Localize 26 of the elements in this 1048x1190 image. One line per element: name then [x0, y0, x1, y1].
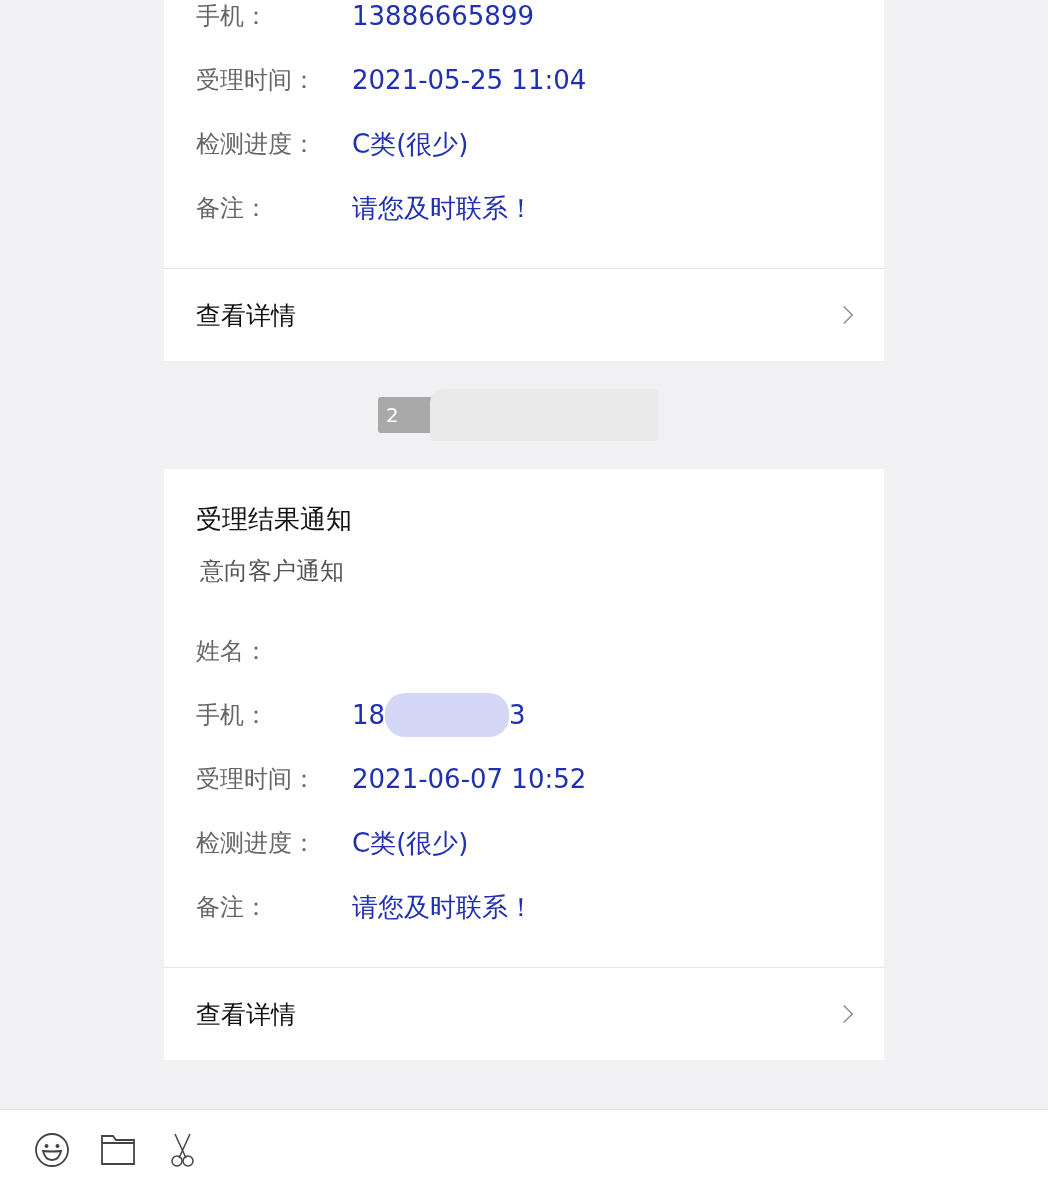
field-value: 2021-06-07 10:52: [352, 764, 587, 794]
field-value: 请您及时联系！: [352, 191, 534, 225]
field-value: 13886665899: [352, 1, 534, 31]
view-details-link[interactable]: 查看详情: [196, 997, 296, 1031]
field-value: 3: [509, 700, 526, 730]
field-label: 姓名：: [196, 636, 269, 667]
field-value: C类(很少): [352, 826, 469, 860]
field-label: 受理时间：: [196, 764, 317, 795]
field-label: 手机：: [196, 1, 269, 32]
field-value: 2021-05-25 11:04: [352, 65, 587, 95]
field-label: 手机：: [196, 700, 269, 731]
chevron-right-icon[interactable]: [842, 1003, 854, 1025]
card-subtitle: 意向客户通知: [199, 556, 345, 587]
field-label: 备注：: [196, 892, 269, 923]
field-label: 受理时间：: [196, 65, 317, 96]
smiley-icon[interactable]: [34, 1132, 70, 1168]
chevron-right-icon[interactable]: [842, 304, 854, 326]
folder-icon[interactable]: [100, 1132, 136, 1168]
field-value: 请您及时联系！: [352, 890, 534, 924]
field-label: 检测进度：: [196, 129, 317, 160]
field-value: C类(很少): [352, 127, 469, 161]
field-label: 备注：: [196, 193, 269, 224]
card-title: 受理结果通知: [196, 503, 353, 536]
field-value: 18: [352, 700, 386, 730]
view-details-link[interactable]: 查看详情: [196, 298, 296, 332]
field-label: 检测进度：: [196, 828, 317, 859]
